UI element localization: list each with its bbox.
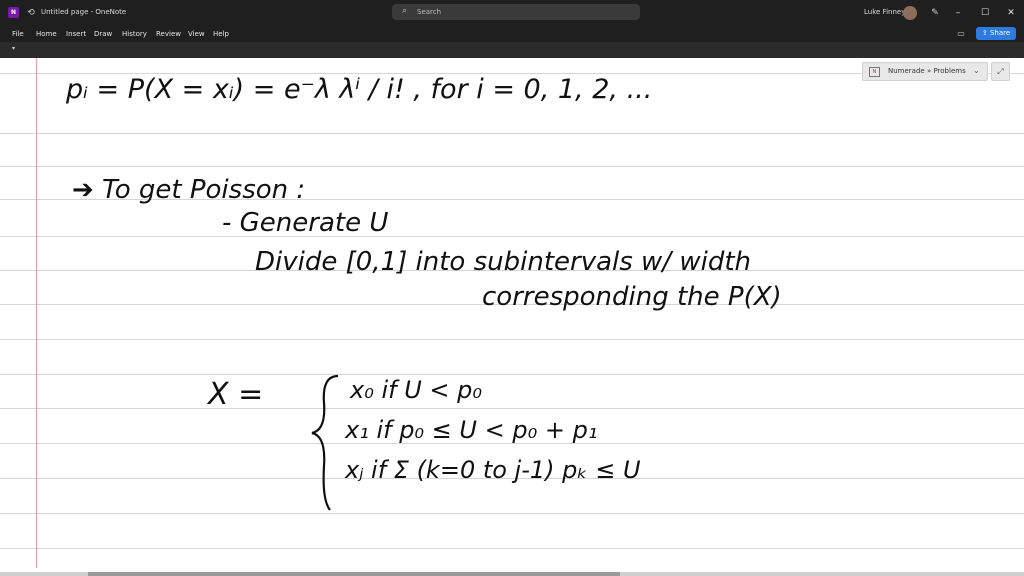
scrollbar-thumb[interactable]	[88, 572, 620, 576]
ribbon: ▾	[0, 42, 1024, 58]
ink-generate-u: - Generate U	[222, 208, 388, 238]
search-icon: ⌕	[402, 6, 408, 16]
minimize-button[interactable]: –	[950, 5, 966, 21]
window-title: Untitled page - OneNote	[41, 8, 127, 16]
menu-history[interactable]: History	[122, 30, 147, 38]
menu-view[interactable]: View	[188, 30, 205, 38]
search-box[interactable]: ⌕ Search	[392, 4, 640, 20]
menu-help[interactable]: Help	[213, 30, 229, 38]
horizontal-scrollbar[interactable]	[0, 572, 1024, 576]
menu-bar: File Home Insert Draw History Review Vie…	[0, 26, 1024, 42]
ink-case-2: x₁ if p₀ ≤ U < p₀ + p₁	[344, 416, 597, 444]
menu-home[interactable]: Home	[36, 30, 57, 38]
ink-heading-poisson: ➔ To get Poisson :	[72, 175, 305, 205]
ink-corresponding: corresponding the P(X)	[482, 282, 782, 312]
close-button[interactable]: ✕	[1003, 5, 1019, 21]
notebook-icon[interactable]: ▭	[956, 29, 966, 39]
ink-case-3: xⱼ if Σ (k=0 to j-1) pₖ ≤ U	[344, 456, 641, 484]
note-canvas[interactable]: N Numerade » Problems ⌄ ⤢ pᵢ = P(X = xᵢ)…	[0, 58, 1024, 576]
menu-insert[interactable]: Insert	[66, 30, 86, 38]
user-name[interactable]: Luke Finney	[864, 8, 905, 16]
ink-case-1: x₀ if U < p₀	[349, 376, 482, 404]
pen-icon[interactable]: ✎	[928, 6, 942, 20]
onenote-app-icon: N	[8, 7, 19, 18]
ink-divide-interval: Divide [0,1] into subintervals w/ width	[255, 247, 751, 277]
menu-review[interactable]: Review	[156, 30, 181, 38]
share-button[interactable]: ⇪ Share	[976, 27, 1016, 40]
ink-layer: pᵢ = P(X = xᵢ) = e⁻λ λⁱ / i! , for i = 0…	[65, 74, 782, 511]
back-arrow-icon[interactable]: ⟲	[24, 6, 38, 20]
ink-brace	[311, 374, 339, 511]
avatar[interactable]	[903, 6, 917, 20]
ink-case-lhs: X =	[206, 377, 263, 412]
ribbon-expand-icon[interactable]: ▾	[12, 45, 15, 52]
menu-file[interactable]: File	[12, 30, 24, 38]
search-placeholder: Search	[417, 8, 442, 16]
title-bar: N ⟲ Untitled page - OneNote ⌕ Search Luk…	[0, 0, 1024, 26]
menu-draw[interactable]: Draw	[94, 30, 112, 38]
maximize-button[interactable]: ☐	[977, 5, 993, 21]
ink-formula-pmf: pᵢ = P(X = xᵢ) = e⁻λ λⁱ / i! , for i = 0…	[65, 74, 652, 105]
share-label: Share	[989, 29, 1011, 37]
